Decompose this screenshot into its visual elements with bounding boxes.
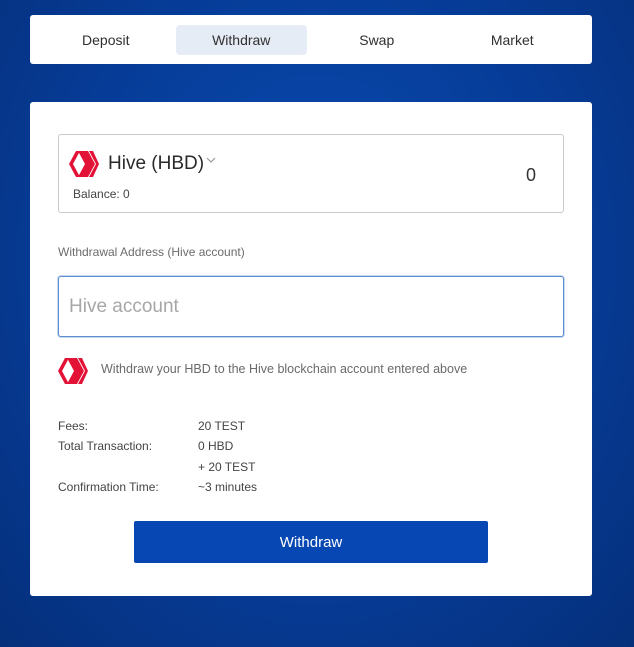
total-transaction-value: 0 HBD <box>198 439 234 453</box>
asset-selector[interactable]: Hive (HBD) Balance: 0 0 <box>58 134 564 213</box>
tab-bar: Deposit Withdraw Swap Market <box>30 15 592 64</box>
tab-withdraw[interactable]: Withdraw <box>175 24 307 55</box>
hive-logo-icon <box>58 358 88 384</box>
total-transaction-label: Total Transaction: <box>58 439 153 453</box>
fees-label: Fees: <box>58 419 89 433</box>
withdrawal-address-label: Withdrawal Address (Hive account) <box>58 245 245 259</box>
hive-logo-icon <box>69 151 99 177</box>
tab-deposit[interactable]: Deposit <box>40 25 172 55</box>
withdraw-button[interactable]: Withdraw <box>134 521 488 563</box>
withdraw-card: Hive (HBD) Balance: 0 0 Withdrawal Addre… <box>30 102 592 596</box>
confirmation-time-value: ~3 minutes <box>198 480 258 494</box>
hive-account-input[interactable] <box>58 276 564 337</box>
asset-amount: 0 <box>525 165 536 185</box>
tab-swap[interactable]: Swap <box>311 25 443 55</box>
fees-value: 20 TEST <box>198 419 246 433</box>
tab-market[interactable]: Market <box>447 25 579 55</box>
asset-name: Hive (HBD) <box>108 153 205 174</box>
withdraw-info-text: Withdraw your HBD to the Hive blockchain… <box>101 362 468 376</box>
chevron-down-icon[interactable] <box>206 157 216 164</box>
asset-balance: Balance: 0 <box>73 187 130 201</box>
total-transaction-fee-value: + 20 TEST <box>198 460 256 474</box>
confirmation-time-label: Confirmation Time: <box>58 480 159 494</box>
